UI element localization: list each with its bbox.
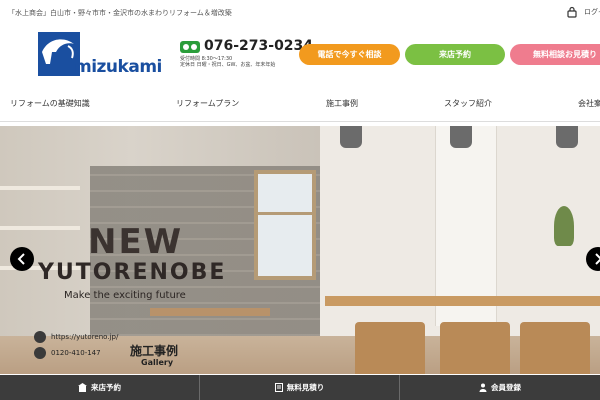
free-estimate-button[interactable]: 無料相談お見積り bbox=[510, 44, 600, 65]
phone-number: 076-273-0234 bbox=[204, 38, 314, 54]
hero-slider[interactable]: NEW YUTORENOBE Make the exciting future … bbox=[0, 126, 600, 374]
member-icon bbox=[479, 383, 487, 392]
footer-estimate-label: 無料見積り bbox=[286, 383, 325, 392]
visit-reservation-button[interactable]: 来店予約 bbox=[405, 44, 505, 65]
nav-item-works[interactable]: 施工事例 bbox=[326, 98, 358, 109]
hero-chair bbox=[520, 322, 590, 374]
free-dial-icon bbox=[180, 41, 200, 53]
hero-website-row[interactable]: https://yutoreno.jp/ bbox=[34, 331, 118, 343]
footer-estimate-button[interactable]: 無料見積り bbox=[200, 375, 399, 400]
hero-shelf bbox=[0, 186, 80, 190]
hero-bench bbox=[150, 308, 270, 316]
call-consult-button[interactable]: 電話で今すぐ相談 bbox=[299, 44, 400, 65]
hero-chair bbox=[440, 322, 510, 374]
hero-window bbox=[254, 170, 316, 280]
estimate-icon bbox=[274, 383, 283, 392]
logo-wordmark: mizukami bbox=[74, 57, 162, 77]
pendant-lamp bbox=[556, 126, 578, 148]
hero-phone-row[interactable]: 0120-410-147 bbox=[34, 347, 101, 359]
site-logo[interactable]: mizukami bbox=[38, 32, 162, 80]
chevron-left-icon bbox=[17, 253, 25, 265]
login-link[interactable]: ログイン bbox=[566, 6, 600, 18]
nav-item-staff[interactable]: スタッフ紹介 bbox=[444, 98, 492, 109]
nav-item-basics[interactable]: リフォームの基礎知識 bbox=[10, 98, 90, 109]
phone-icon bbox=[34, 347, 46, 359]
slider-prev-button[interactable] bbox=[10, 247, 34, 271]
login-label: ログイン bbox=[584, 8, 600, 16]
hero-chair bbox=[355, 322, 425, 374]
chevron-right-icon bbox=[595, 253, 600, 265]
hero-plant bbox=[554, 206, 574, 246]
lock-icon bbox=[567, 6, 577, 18]
hero-website: https://yutoreno.jp/ bbox=[51, 333, 119, 341]
business-hours: 受付時間 8:30～17:30 定休日 日曜・祝日、GW、お盆、年末年始 bbox=[180, 56, 276, 68]
hero-table bbox=[325, 296, 600, 306]
main-nav: リフォームの基礎知識 リフォームプラン 施工事例 スタッフ紹介 会社案内 bbox=[0, 92, 600, 116]
hero-phone: 0120-410-147 bbox=[51, 349, 101, 357]
store-icon bbox=[78, 383, 87, 392]
pendant-lamp bbox=[450, 126, 472, 148]
footer-visit-label: 来店予約 bbox=[91, 383, 121, 392]
footer-member-label: 会員登録 bbox=[491, 383, 521, 392]
hero-headline-brand: YUTORENOBE bbox=[38, 260, 227, 285]
slider-next-button[interactable] bbox=[586, 247, 600, 271]
top-bar: 「水上商会」白山市・野々市市・金沢市の水まわりリフォーム＆増改築 ログイン bbox=[0, 0, 600, 28]
footer-member-button[interactable]: 会員登録 bbox=[400, 375, 600, 400]
hero-gallery-label: Gallery bbox=[141, 358, 174, 367]
bottom-action-bar: 来店予約 無料見積り 会員登録 bbox=[0, 375, 600, 400]
footer-visit-button[interactable]: 来店予約 bbox=[0, 375, 199, 400]
nav-item-company[interactable]: 会社案内 bbox=[578, 98, 600, 109]
nav-item-plans[interactable]: リフォームプラン bbox=[176, 98, 239, 109]
site-tagline: 「水上商会」白山市・野々市市・金沢市の水まわりリフォーム＆増改築 bbox=[8, 9, 232, 17]
hero-works-label: 施工事例 bbox=[130, 344, 179, 358]
pendant-lamp bbox=[340, 126, 362, 148]
hero-headline-new: NEW bbox=[88, 222, 184, 262]
nav-divider bbox=[0, 121, 600, 122]
phone-contact[interactable]: 076-273-0234 受付時間 8:30～17:30 定休日 日曜・祝日、G… bbox=[180, 38, 313, 70]
hero-subline: Make the exciting future bbox=[64, 290, 186, 301]
globe-icon bbox=[34, 331, 46, 343]
